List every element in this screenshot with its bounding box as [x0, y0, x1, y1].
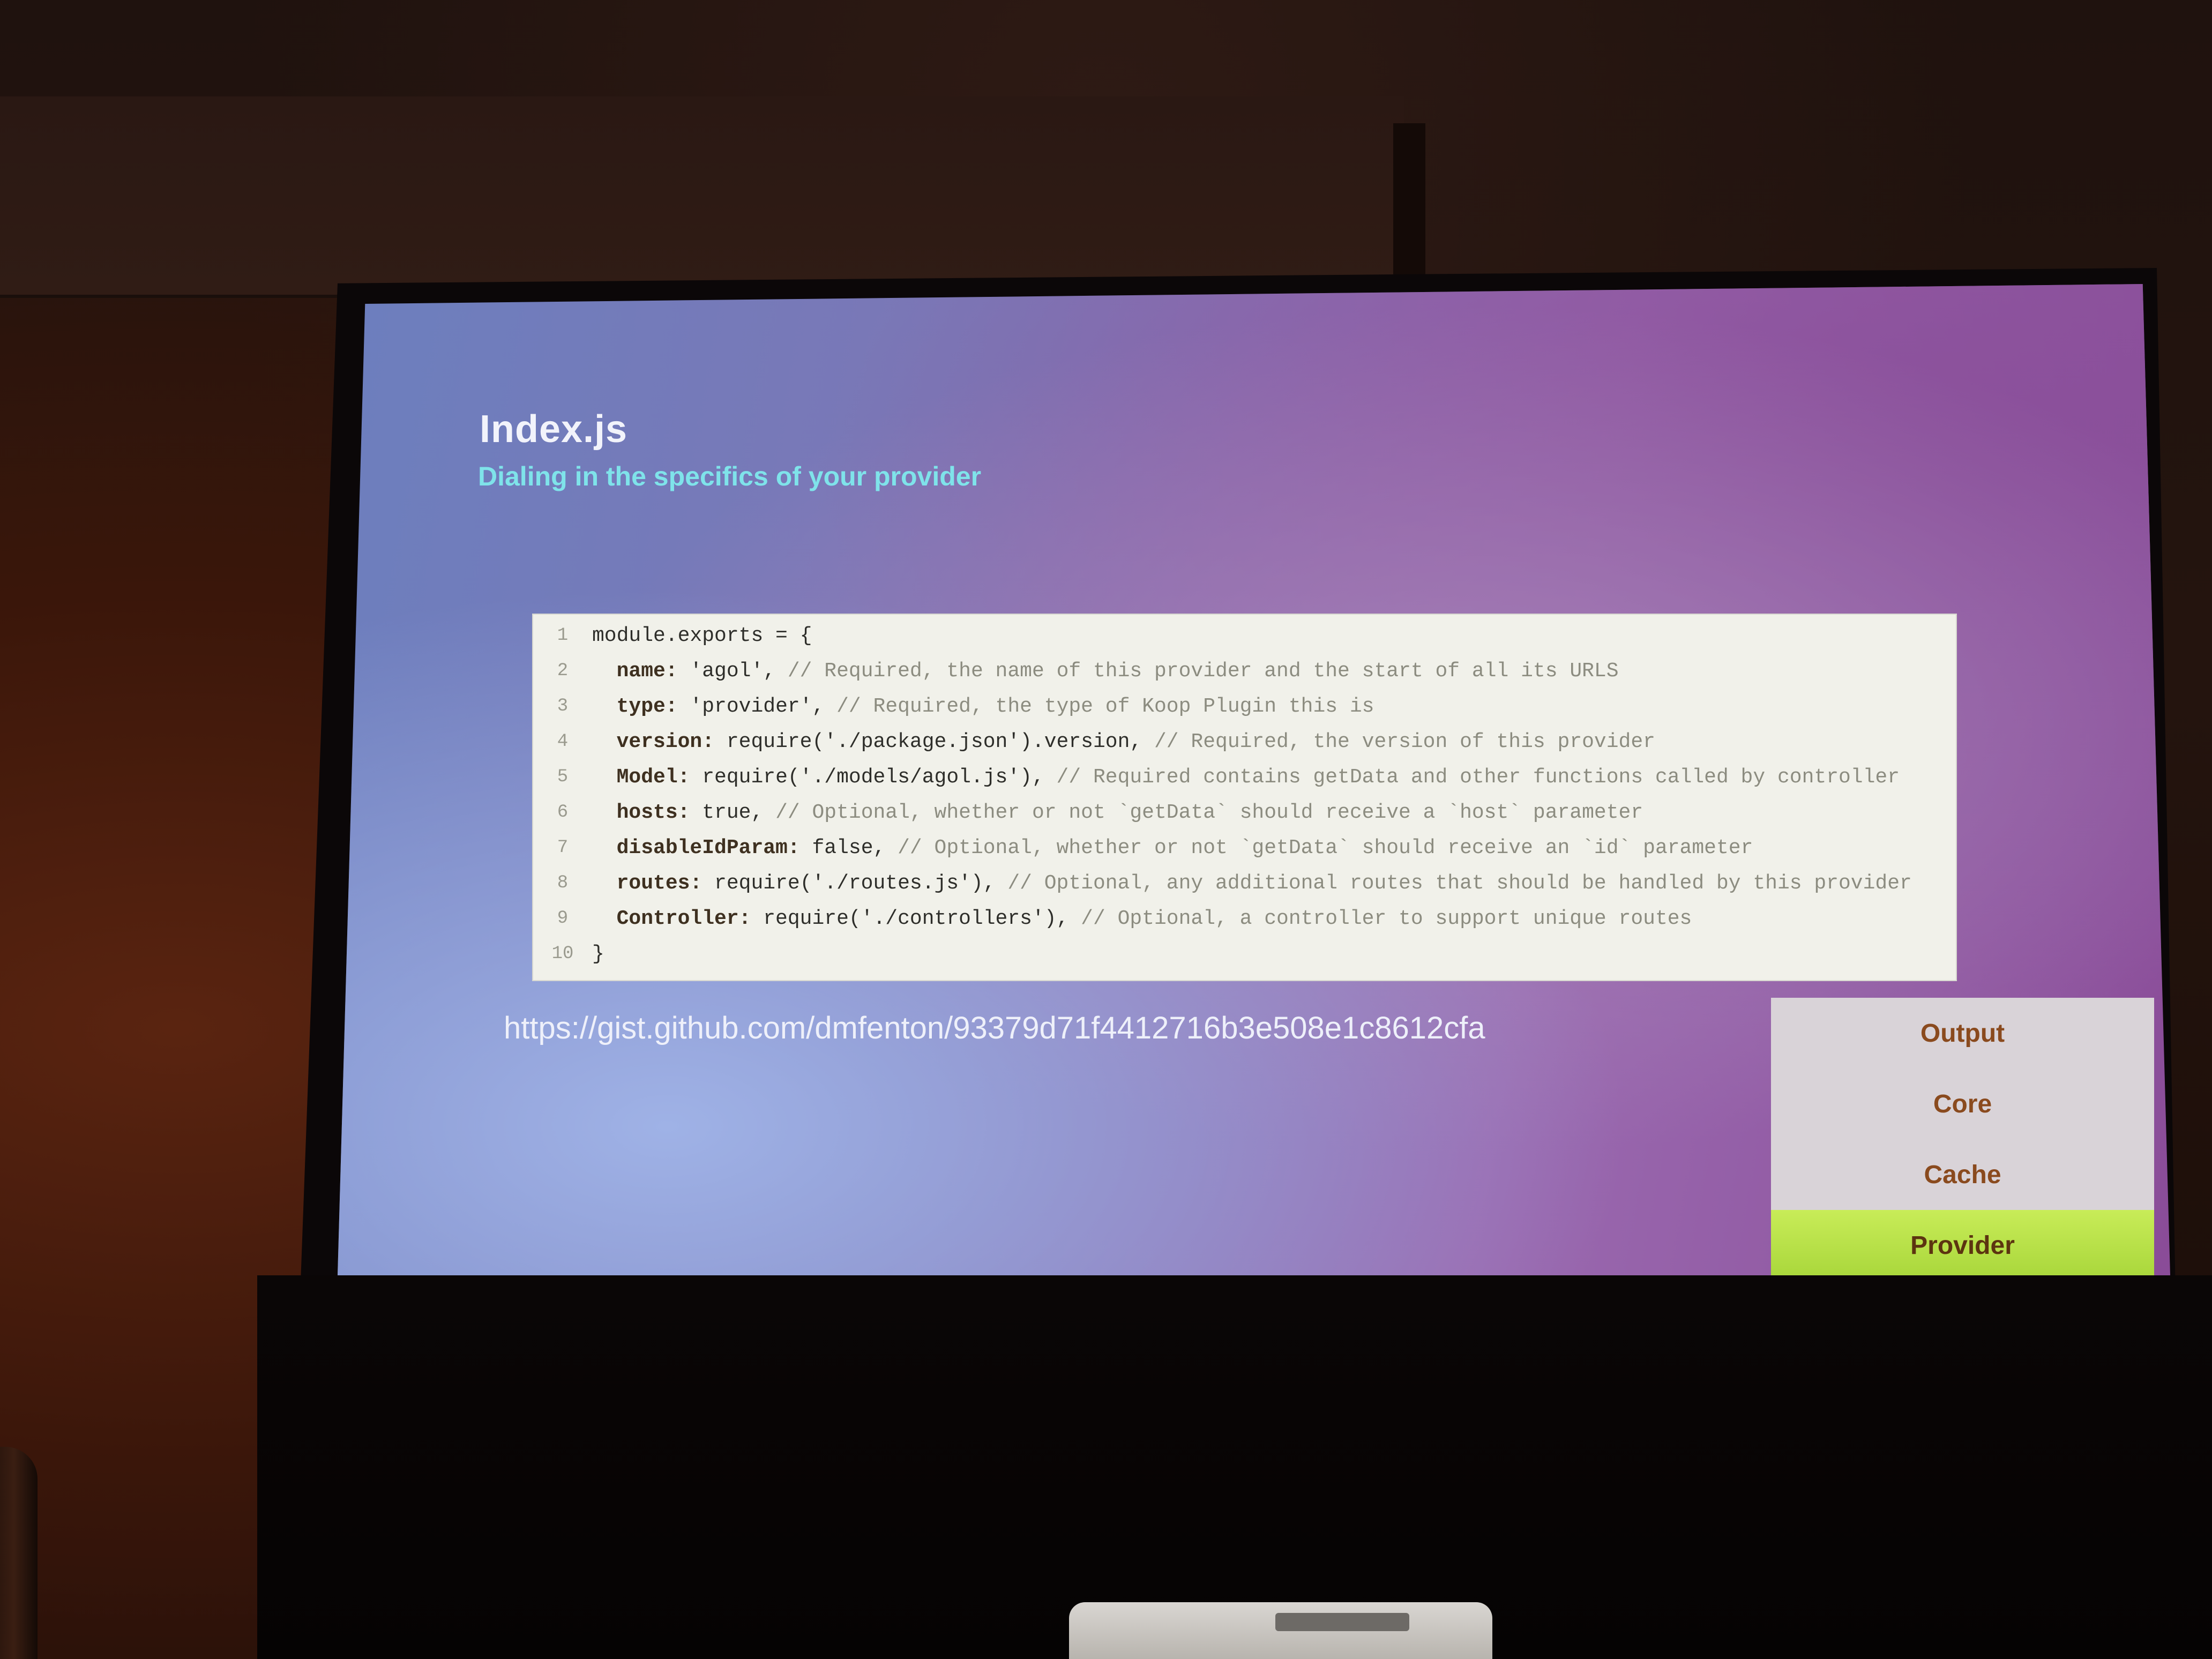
code-value: 'agol', — [677, 659, 776, 683]
code-value: } — [592, 942, 604, 966]
code-comment: // Optional, whether or not `getData` sh… — [763, 801, 1643, 824]
line-number: 7 — [557, 838, 569, 858]
line-number: 10 — [551, 944, 574, 964]
projector — [1069, 1602, 1492, 1659]
wall-panel — [0, 96, 1404, 298]
code-key: disableIdParam: — [592, 836, 800, 860]
wall-shadow — [1393, 123, 1425, 300]
code-key: hosts: — [592, 801, 690, 824]
code-value: false, — [799, 836, 886, 860]
menu-item-core[interactable]: Core — [1771, 1068, 2154, 1139]
code-value: true, — [690, 801, 764, 824]
code-key: name: — [592, 659, 678, 683]
code-comment: // Required, the type of Koop Plugin thi… — [824, 694, 1374, 718]
code-line: 3 type: 'provider', // Required, the typ… — [533, 689, 1948, 724]
code-line: 2 name: 'agol', // Required, the name of… — [533, 653, 1948, 689]
line-number: 3 — [557, 696, 569, 716]
code-value: require('./controllers'), — [751, 907, 1069, 930]
code-comment: // Required, the name of this provider a… — [775, 659, 1619, 683]
menu-item-output[interactable]: Output — [1771, 998, 2154, 1068]
code-key: Model: — [592, 765, 690, 789]
room-background: Index.js Dialing in the specifics of you… — [0, 0, 2212, 1659]
code-line: 5 Model: require('./models/agol.js'), //… — [533, 759, 1948, 795]
code-key: version: — [592, 730, 715, 753]
code-comment: // Required contains getData and other f… — [1044, 765, 1900, 789]
line-number: 9 — [557, 908, 569, 929]
code-value: require('./models/agol.js'), — [690, 765, 1044, 789]
line-number: 8 — [557, 873, 569, 893]
code-value: module.exports = { — [592, 624, 812, 647]
menu-item-provider[interactable]: Provider — [1771, 1210, 2154, 1275]
gist-url-link[interactable]: https://gist.github.com/dmfenton/93379d7… — [504, 1010, 1485, 1046]
code-comment: // Optional, any additional routes that … — [995, 871, 1912, 895]
code-key: Controller: — [592, 907, 751, 930]
code-value: require('./routes.js'), — [702, 871, 996, 895]
code-line: 9 Controller: require('./controllers'), … — [533, 901, 1948, 936]
code-line: 6 hosts: true, // Optional, whether or n… — [533, 795, 1948, 830]
code-key: type: — [592, 694, 678, 718]
line-number: 2 — [557, 661, 569, 681]
line-number: 1 — [557, 625, 569, 646]
code-line: 10 } — [533, 936, 1948, 972]
code-line: 7 disableIdParam: false, // Optional, wh… — [533, 830, 1948, 865]
line-number: 4 — [557, 731, 569, 752]
code-key: routes: — [592, 871, 703, 895]
code-block: 1 module.exports = { 2 name: 'agol', // … — [533, 615, 1956, 980]
projector-lens-icon — [1275, 1613, 1409, 1631]
chair-edge — [0, 1447, 38, 1659]
line-number: 6 — [557, 802, 569, 823]
section-menu: Output Core Cache Provider — [1771, 998, 2154, 1275]
slide-subtitle: Dialing in the specifics of your provide… — [478, 461, 982, 491]
slide-title: Index.js — [480, 408, 628, 451]
projection-screen: Index.js Dialing in the specifics of you… — [338, 284, 2170, 1275]
code-line: 1 module.exports = { — [533, 618, 1948, 653]
stage-skirt — [257, 1275, 2212, 1659]
code-line: 4 version: require('./package.json').ver… — [533, 724, 1948, 759]
menu-item-cache[interactable]: Cache — [1771, 1139, 2154, 1210]
code-value: 'provider', — [677, 694, 825, 718]
code-value: require('./package.json').version, — [714, 730, 1142, 753]
code-comment: // Required, the version of this provide… — [1142, 730, 1655, 753]
code-comment: // Optional, a controller to support uni… — [1068, 907, 1692, 930]
code-comment: // Optional, whether or not `getData` sh… — [885, 836, 1753, 860]
line-number: 5 — [557, 767, 569, 787]
code-line: 8 routes: require('./routes.js'), // Opt… — [533, 865, 1948, 901]
